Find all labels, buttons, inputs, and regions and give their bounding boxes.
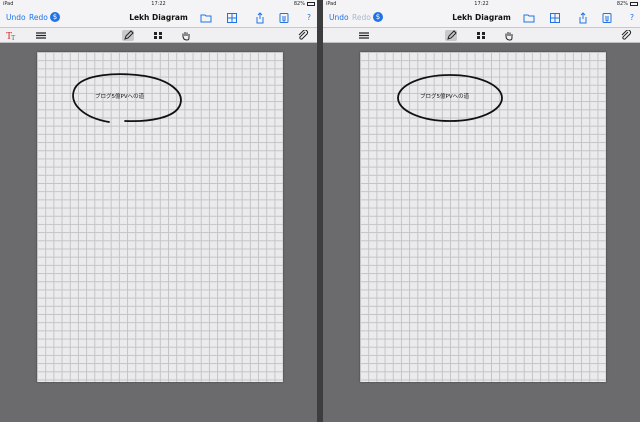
share-icon[interactable] bbox=[254, 12, 266, 24]
status-bar: iPad 17:22 82% bbox=[323, 0, 640, 8]
left-ipad-screen: iPad 17:22 82% Undo Redo $ Lekh Diagram … bbox=[0, 0, 317, 422]
status-time: 17:22 bbox=[474, 1, 489, 7]
status-time: 17:22 bbox=[151, 1, 166, 7]
status-bar: iPad 17:22 82% bbox=[0, 0, 317, 8]
text-tool-icon[interactable]: TT bbox=[6, 30, 18, 41]
drawing-toolbar bbox=[323, 28, 640, 43]
line-style-icon[interactable] bbox=[35, 30, 47, 41]
line-style-icon[interactable] bbox=[358, 30, 370, 41]
shape-label: ブログ5億PVへの道 bbox=[420, 94, 470, 100]
pen-tool-icon[interactable] bbox=[122, 30, 134, 41]
shape-label: ブログ5億PVへの道 bbox=[95, 94, 145, 100]
ellipse-shape[interactable] bbox=[360, 52, 606, 382]
navigation-bar: Undo Redo $ Lekh Diagram ? bbox=[0, 8, 317, 28]
right-ipad-screen: iPad 17:22 82% Undo Redo $ Lekh Diagram … bbox=[323, 0, 640, 422]
folder-icon[interactable] bbox=[200, 12, 212, 24]
grid-tool-icon[interactable] bbox=[152, 30, 164, 41]
paperclip-icon[interactable] bbox=[620, 30, 632, 41]
battery-icon bbox=[630, 2, 638, 6]
help-button[interactable]: ? bbox=[307, 12, 311, 24]
page-title: Lekh Diagram bbox=[452, 13, 511, 22]
mail-attach-icon[interactable] bbox=[278, 12, 290, 24]
pen-tool-icon[interactable] bbox=[445, 30, 457, 41]
drawing-toolbar: TT bbox=[0, 28, 317, 43]
navigation-bar: Undo Redo $ Lekh Diagram ? bbox=[323, 8, 640, 28]
grid-settings-icon[interactable] bbox=[226, 12, 238, 24]
svg-text:T: T bbox=[11, 34, 16, 41]
grid-settings-icon[interactable] bbox=[549, 12, 561, 24]
grid-tool-icon[interactable] bbox=[475, 30, 487, 41]
grid-canvas[interactable]: ブログ5億PVへの道 bbox=[37, 52, 283, 382]
freehand-ellipse-shape[interactable] bbox=[37, 52, 283, 382]
mail-attach-icon[interactable] bbox=[601, 12, 613, 24]
battery-icon bbox=[307, 2, 315, 6]
help-button[interactable]: ? bbox=[630, 12, 634, 24]
paperclip-icon[interactable] bbox=[297, 30, 309, 41]
hand-tool-icon[interactable] bbox=[503, 30, 515, 41]
grid-canvas[interactable]: ブログ5億PVへの道 bbox=[360, 52, 606, 382]
battery-percent: 82% bbox=[293, 1, 305, 7]
hand-tool-icon[interactable] bbox=[180, 30, 192, 41]
folder-icon[interactable] bbox=[523, 12, 535, 24]
battery-percent: 82% bbox=[616, 1, 628, 7]
split-screenshot: iPad 17:22 82% Undo Redo $ Lekh Diagram … bbox=[0, 0, 640, 422]
share-icon[interactable] bbox=[577, 12, 589, 24]
page-title: Lekh Diagram bbox=[129, 13, 188, 22]
